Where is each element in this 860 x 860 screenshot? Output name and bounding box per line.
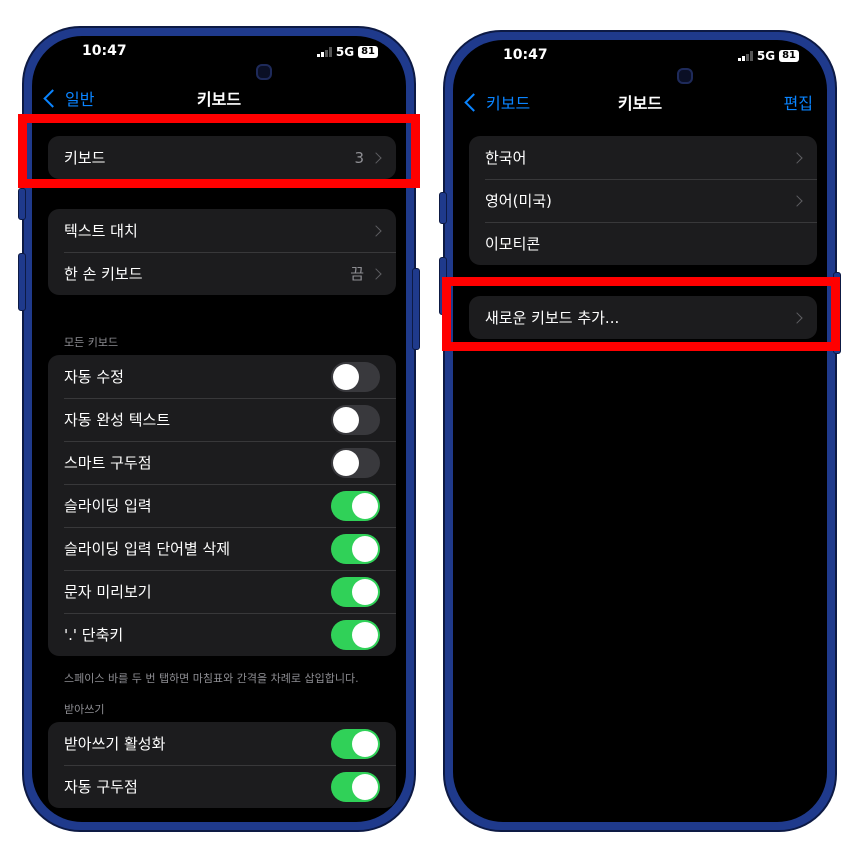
signal-icon	[737, 51, 753, 61]
status-right: 5G 81	[316, 45, 378, 59]
text-replacement-row[interactable]: 텍스트 대치	[48, 209, 396, 252]
right-phone-frame: 10:47 5G 81 키보드 키보드 편집 한국어 영어(미국) 이모티콘 새…	[439, 30, 841, 832]
left-side-button	[18, 188, 26, 220]
nav-bar: 일반 키보드	[32, 84, 406, 114]
status-time: 10:47	[503, 47, 548, 63]
chevron-right-icon	[370, 267, 382, 280]
row-value: 끔	[350, 263, 382, 284]
page-title: 키보드	[617, 94, 663, 113]
auto-punctuation-toggle[interactable]	[331, 771, 380, 802]
battery-icon: 81	[358, 46, 378, 58]
auto-punctuation-row: 자동 구두점	[48, 765, 396, 808]
row-label: 문자 미리보기	[64, 583, 152, 601]
keyboard-list: 한국어 영어(미국) 이모티콘	[469, 136, 817, 265]
row-label: 자동 수정	[64, 368, 124, 386]
auto-correction-toggle[interactable]	[331, 361, 380, 392]
highlight-box-keyboards	[18, 114, 420, 188]
row-label: 자동 구두점	[64, 778, 138, 796]
row-label: 이모티콘	[485, 235, 541, 253]
period-shortcut-row: '.' 단축키	[48, 613, 396, 656]
row-label: 슬라이딩 입력 단어별 삭제	[64, 540, 231, 558]
keyboard-item-korean[interactable]: 한국어	[469, 136, 817, 179]
enable-dictation-row: 받아쓰기 활성화	[48, 722, 396, 765]
right-screen: 10:47 5G 81 키보드 키보드 편집 한국어 영어(미국) 이모티콘 새…	[453, 40, 827, 822]
dictation-header: 받아쓰기	[64, 703, 105, 716]
row-label: 영어(미국)	[485, 192, 552, 210]
character-preview-toggle[interactable]	[331, 576, 380, 607]
row-label: '.' 단축키	[64, 626, 124, 644]
settings-group: 텍스트 대치 한 손 키보드 끔	[48, 209, 396, 295]
keyboard-item-emoji[interactable]: 이모티콘	[469, 222, 817, 265]
enable-dictation-toggle[interactable]	[331, 728, 380, 759]
row-label: 한 손 키보드	[64, 265, 143, 283]
chevron-right-icon	[370, 224, 382, 237]
network-label: 5G	[756, 49, 776, 63]
chevron-right-icon	[791, 151, 803, 164]
row-label: 슬라이딩 입력	[64, 497, 152, 515]
left-volume-button	[18, 253, 26, 311]
network-label: 5G	[335, 45, 355, 59]
chevron-right-icon	[791, 194, 803, 207]
nav-bar: 키보드 키보드 편집	[453, 88, 827, 118]
slide-to-type-toggle[interactable]	[331, 490, 380, 521]
period-shortcut-footnote: 스페이스 바를 두 번 탭하면 마침표와 간격을 차례로 삽입합니다.	[64, 672, 359, 685]
row-label: 자동 완성 텍스트	[64, 411, 171, 429]
one-handed-value: 끔	[350, 265, 364, 283]
status-bar: 10:47 5G 81	[453, 40, 827, 70]
keyboard-item-english-us[interactable]: 영어(미국)	[469, 179, 817, 222]
edit-button[interactable]: 편집	[784, 90, 813, 114]
status-time: 10:47	[82, 43, 127, 59]
status-right: 5G 81	[737, 49, 799, 63]
all-keyboards-header: 모든 키보드	[64, 336, 119, 349]
row-label: 받아쓰기 활성화	[64, 735, 166, 753]
battery-icon: 81	[779, 50, 799, 62]
camera-sensor-icon	[256, 64, 272, 80]
row-label: 텍스트 대치	[64, 222, 138, 240]
row-label: 한국어	[485, 149, 527, 167]
right-power-button	[412, 268, 420, 350]
one-handed-keyboard-row[interactable]: 한 손 키보드 끔	[48, 252, 396, 295]
delete-slide-word-toggle[interactable]	[331, 533, 380, 564]
toggle-group: 자동 수정 자동 완성 텍스트 스마트 구두점 슬라이딩 입력 슬라이딩 입력 …	[48, 355, 396, 656]
left-side-button	[439, 192, 447, 224]
delete-slide-word-row: 슬라이딩 입력 단어별 삭제	[48, 527, 396, 570]
predictive-text-row: 자동 완성 텍스트	[48, 398, 396, 441]
signal-icon	[316, 47, 332, 57]
page-title: 키보드	[196, 90, 242, 109]
auto-correction-row: 자동 수정	[48, 355, 396, 398]
row-label: 스마트 구두점	[64, 454, 152, 472]
camera-sensor-icon	[677, 68, 693, 84]
slide-to-type-row: 슬라이딩 입력	[48, 484, 396, 527]
status-bar: 10:47 5G 81	[32, 36, 406, 66]
character-preview-row: 문자 미리보기	[48, 570, 396, 613]
highlight-box-add-keyboard	[442, 277, 840, 351]
smart-punctuation-toggle[interactable]	[331, 447, 380, 478]
predictive-text-toggle[interactable]	[331, 404, 380, 435]
smart-punctuation-row: 스마트 구두점	[48, 441, 396, 484]
dictation-group: 받아쓰기 활성화 자동 구두점	[48, 722, 396, 808]
period-shortcut-toggle[interactable]	[331, 619, 380, 650]
